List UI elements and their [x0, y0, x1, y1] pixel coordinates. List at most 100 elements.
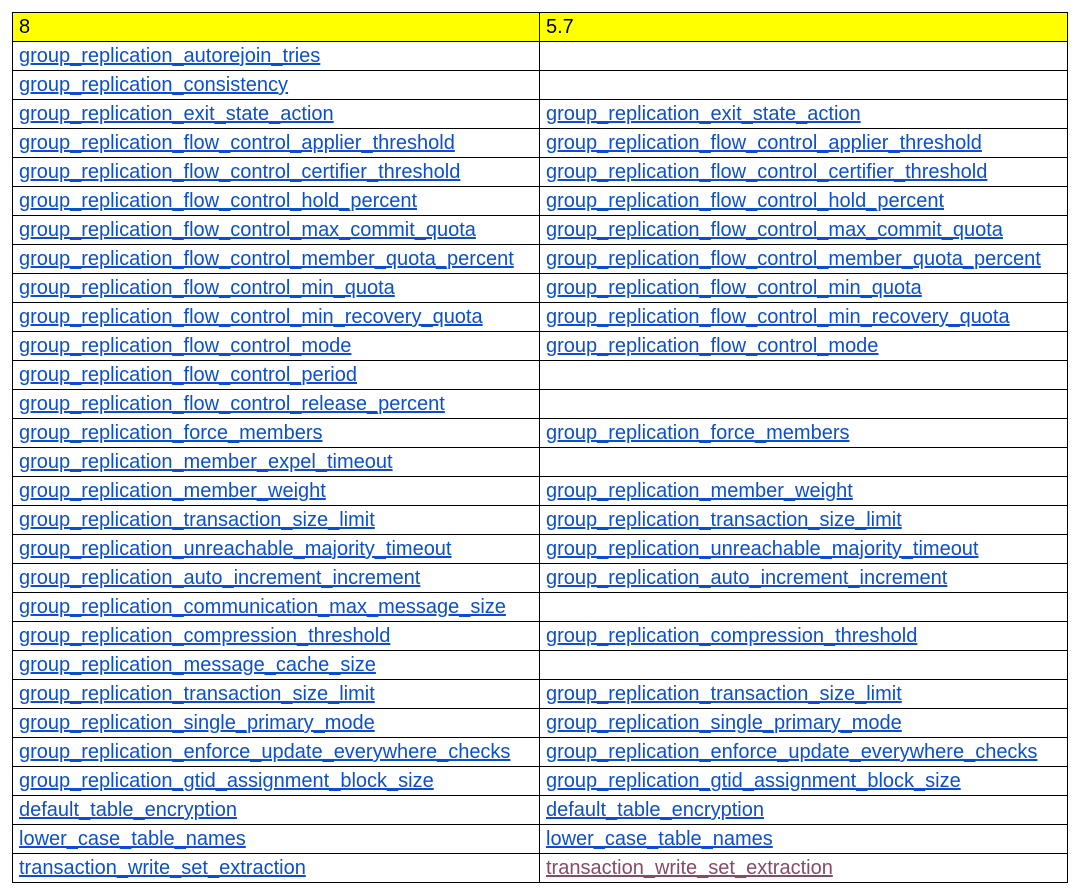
- cell-version-57: group_replication_transaction_size_limit: [540, 680, 1067, 708]
- table-row: group_replication_compression_threshold g…: [13, 622, 1067, 651]
- table-row: group_replication_flow_control_certifier…: [13, 158, 1067, 187]
- sysvar-link[interactable]: group_replication_flow_control_max_commi…: [19, 219, 476, 241]
- sysvar-link[interactable]: group_replication_message_cache_size: [19, 654, 376, 676]
- cell-version-8: group_replication_enforce_update_everywh…: [13, 738, 540, 766]
- cell-version-57: group_replication_transaction_size_limit: [540, 506, 1067, 534]
- sysvar-link[interactable]: group_replication_flow_control_applier_t…: [19, 132, 455, 154]
- sysvar-link[interactable]: group_replication_auto_increment_increme…: [19, 567, 420, 589]
- sysvar-link[interactable]: group_replication_compression_threshold: [19, 625, 390, 647]
- table-row: group_replication_flow_control_member_qu…: [13, 245, 1067, 274]
- sysvar-link[interactable]: group_replication_gtid_assignment_block_…: [546, 770, 961, 792]
- sysvar-link[interactable]: group_replication_member_expel_timeout: [19, 451, 393, 473]
- sysvar-link[interactable]: group_replication_flow_control_certifier…: [546, 161, 987, 183]
- cell-version-57: group_replication_flow_control_max_commi…: [540, 216, 1067, 244]
- table-row: default_table_encryption default_table_en…: [13, 796, 1067, 825]
- table-row: group_replication_member_expel_timeout: [13, 448, 1067, 477]
- sysvar-link[interactable]: group_replication_enforce_update_everywh…: [19, 741, 510, 763]
- sysvar-link[interactable]: group_replication_flow_control_release_p…: [19, 393, 445, 415]
- sysvar-link[interactable]: lower_case_table_names: [19, 828, 246, 850]
- sysvar-link[interactable]: group_replication_flow_control_applier_t…: [546, 132, 982, 154]
- cell-version-57: transaction_write_set_extraction: [540, 854, 1067, 882]
- cell-version-8: group_replication_flow_control_certifier…: [13, 158, 540, 186]
- table-row: group_replication_force_members group_rep…: [13, 419, 1067, 448]
- cell-version-57: group_replication_flow_control_min_quota: [540, 274, 1067, 302]
- sysvar-link[interactable]: group_replication_flow_control_hold_perc…: [546, 190, 944, 212]
- sysvar-link[interactable]: transaction_write_set_extraction: [19, 857, 306, 879]
- table-row: group_replication_flow_control_applier_t…: [13, 129, 1067, 158]
- sysvar-link[interactable]: group_replication_exit_state_action: [546, 103, 861, 125]
- sysvar-link[interactable]: group_replication_flow_control_certifier…: [19, 161, 460, 183]
- cell-version-8: group_replication_message_cache_size: [13, 651, 540, 679]
- sysvar-link[interactable]: group_replication_flow_control_hold_perc…: [19, 190, 417, 212]
- cell-version-8: group_replication_unreachable_majority_t…: [13, 535, 540, 563]
- sysvar-link[interactable]: group_replication_flow_control_member_qu…: [19, 248, 514, 270]
- sysvar-link[interactable]: group_replication_flow_control_min_quota: [19, 277, 395, 299]
- sysvar-link[interactable]: group_replication_force_members: [546, 422, 850, 444]
- sysvar-link[interactable]: default_table_encryption: [19, 799, 237, 821]
- sysvar-link[interactable]: lower_case_table_names: [546, 828, 773, 850]
- sysvar-link[interactable]: group_replication_flow_control_mode: [546, 335, 878, 357]
- table-row: group_replication_flow_control_min_quota…: [13, 274, 1067, 303]
- cell-version-8: group_replication_flow_control_max_commi…: [13, 216, 540, 244]
- cell-version-57: [540, 593, 1067, 621]
- sysvar-link[interactable]: group_replication_compression_threshold: [546, 625, 917, 647]
- sysvar-link[interactable]: group_replication_member_weight: [19, 480, 326, 502]
- sysvar-link[interactable]: group_replication_consistency: [19, 74, 288, 96]
- sysvar-link[interactable]: group_replication_flow_control_member_qu…: [546, 248, 1041, 270]
- sysvar-link[interactable]: group_replication_flow_control_min_quota: [546, 277, 922, 299]
- sysvar-link[interactable]: group_replication_exit_state_action: [19, 103, 334, 125]
- table-row: group_replication_single_primary_mode gro…: [13, 709, 1067, 738]
- cell-version-57: group_replication_flow_control_member_qu…: [540, 245, 1067, 273]
- sysvar-link[interactable]: transaction_write_set_extraction: [546, 857, 833, 879]
- cell-version-8: group_replication_communication_max_mess…: [13, 593, 540, 621]
- sysvar-link[interactable]: group_replication_communication_max_mess…: [19, 596, 506, 618]
- cell-version-8: group_replication_transaction_size_limit: [13, 680, 540, 708]
- cell-version-57: [540, 361, 1067, 389]
- sysvar-link[interactable]: group_replication_flow_control_period: [19, 364, 357, 386]
- cell-version-57: group_replication_flow_control_certifier…: [540, 158, 1067, 186]
- sysvar-link[interactable]: group_replication_single_primary_mode: [19, 712, 375, 734]
- cell-version-57: group_replication_gtid_assignment_block_…: [540, 767, 1067, 795]
- sysvar-link[interactable]: group_replication_unreachable_majority_t…: [19, 538, 452, 560]
- cell-version-8: group_replication_flow_control_mode: [13, 332, 540, 360]
- table-row: group_replication_enforce_update_everywh…: [13, 738, 1067, 767]
- sysvar-link[interactable]: group_replication_autorejoin_tries: [19, 45, 320, 67]
- sysvar-link[interactable]: group_replication_transaction_size_limit: [19, 509, 375, 531]
- sysvar-link[interactable]: group_replication_single_primary_mode: [546, 712, 902, 734]
- cell-version-8: group_replication_consistency: [13, 71, 540, 99]
- header-col-57: 5.7: [540, 13, 1067, 41]
- sysvar-link[interactable]: default_table_encryption: [546, 799, 764, 821]
- sysvar-link[interactable]: group_replication_force_members: [19, 422, 323, 444]
- cell-version-57: lower_case_table_names: [540, 825, 1067, 853]
- table-row: group_replication_consistency: [13, 71, 1067, 100]
- cell-version-57: [540, 71, 1067, 99]
- header-col-8: 8: [13, 13, 540, 41]
- sysvar-link[interactable]: group_replication_member_weight: [546, 480, 853, 502]
- cell-version-57: default_table_encryption: [540, 796, 1067, 824]
- cell-version-57: [540, 42, 1067, 70]
- cell-version-8: group_replication_compression_threshold: [13, 622, 540, 650]
- sysvar-link[interactable]: group_replication_enforce_update_everywh…: [546, 741, 1037, 763]
- table-row: group_replication_communication_max_mess…: [13, 593, 1067, 622]
- cell-version-57: group_replication_auto_increment_increme…: [540, 564, 1067, 592]
- sysvar-link[interactable]: group_replication_gtid_assignment_block_…: [19, 770, 434, 792]
- cell-version-8: group_replication_exit_state_action: [13, 100, 540, 128]
- cell-version-8: group_replication_autorejoin_tries: [13, 42, 540, 70]
- sysvar-link[interactable]: group_replication_transaction_size_limit: [546, 509, 902, 531]
- sysvar-link[interactable]: group_replication_flow_control_min_recov…: [546, 306, 1010, 328]
- table-row: group_replication_auto_increment_increme…: [13, 564, 1067, 593]
- cell-version-57: group_replication_force_members: [540, 419, 1067, 447]
- sysvar-link[interactable]: group_replication_flow_control_min_recov…: [19, 306, 483, 328]
- table-row: group_replication_flow_control_max_commi…: [13, 216, 1067, 245]
- sysvar-link[interactable]: group_replication_unreachable_majority_t…: [546, 538, 979, 560]
- cell-version-57: group_replication_flow_control_min_recov…: [540, 303, 1067, 331]
- cell-version-57: [540, 390, 1067, 418]
- sysvar-link[interactable]: group_replication_transaction_size_limit: [19, 683, 375, 705]
- sysvar-link[interactable]: group_replication_auto_increment_increme…: [546, 567, 947, 589]
- sysvar-link[interactable]: group_replication_flow_control_mode: [19, 335, 351, 357]
- table-header-row: 8 5.7: [13, 13, 1067, 42]
- sysvar-link[interactable]: group_replication_flow_control_max_commi…: [546, 219, 1003, 241]
- sysvar-link[interactable]: group_replication_transaction_size_limit: [546, 683, 902, 705]
- cell-version-57: group_replication_single_primary_mode: [540, 709, 1067, 737]
- table-row: group_replication_member_weight group_rep…: [13, 477, 1067, 506]
